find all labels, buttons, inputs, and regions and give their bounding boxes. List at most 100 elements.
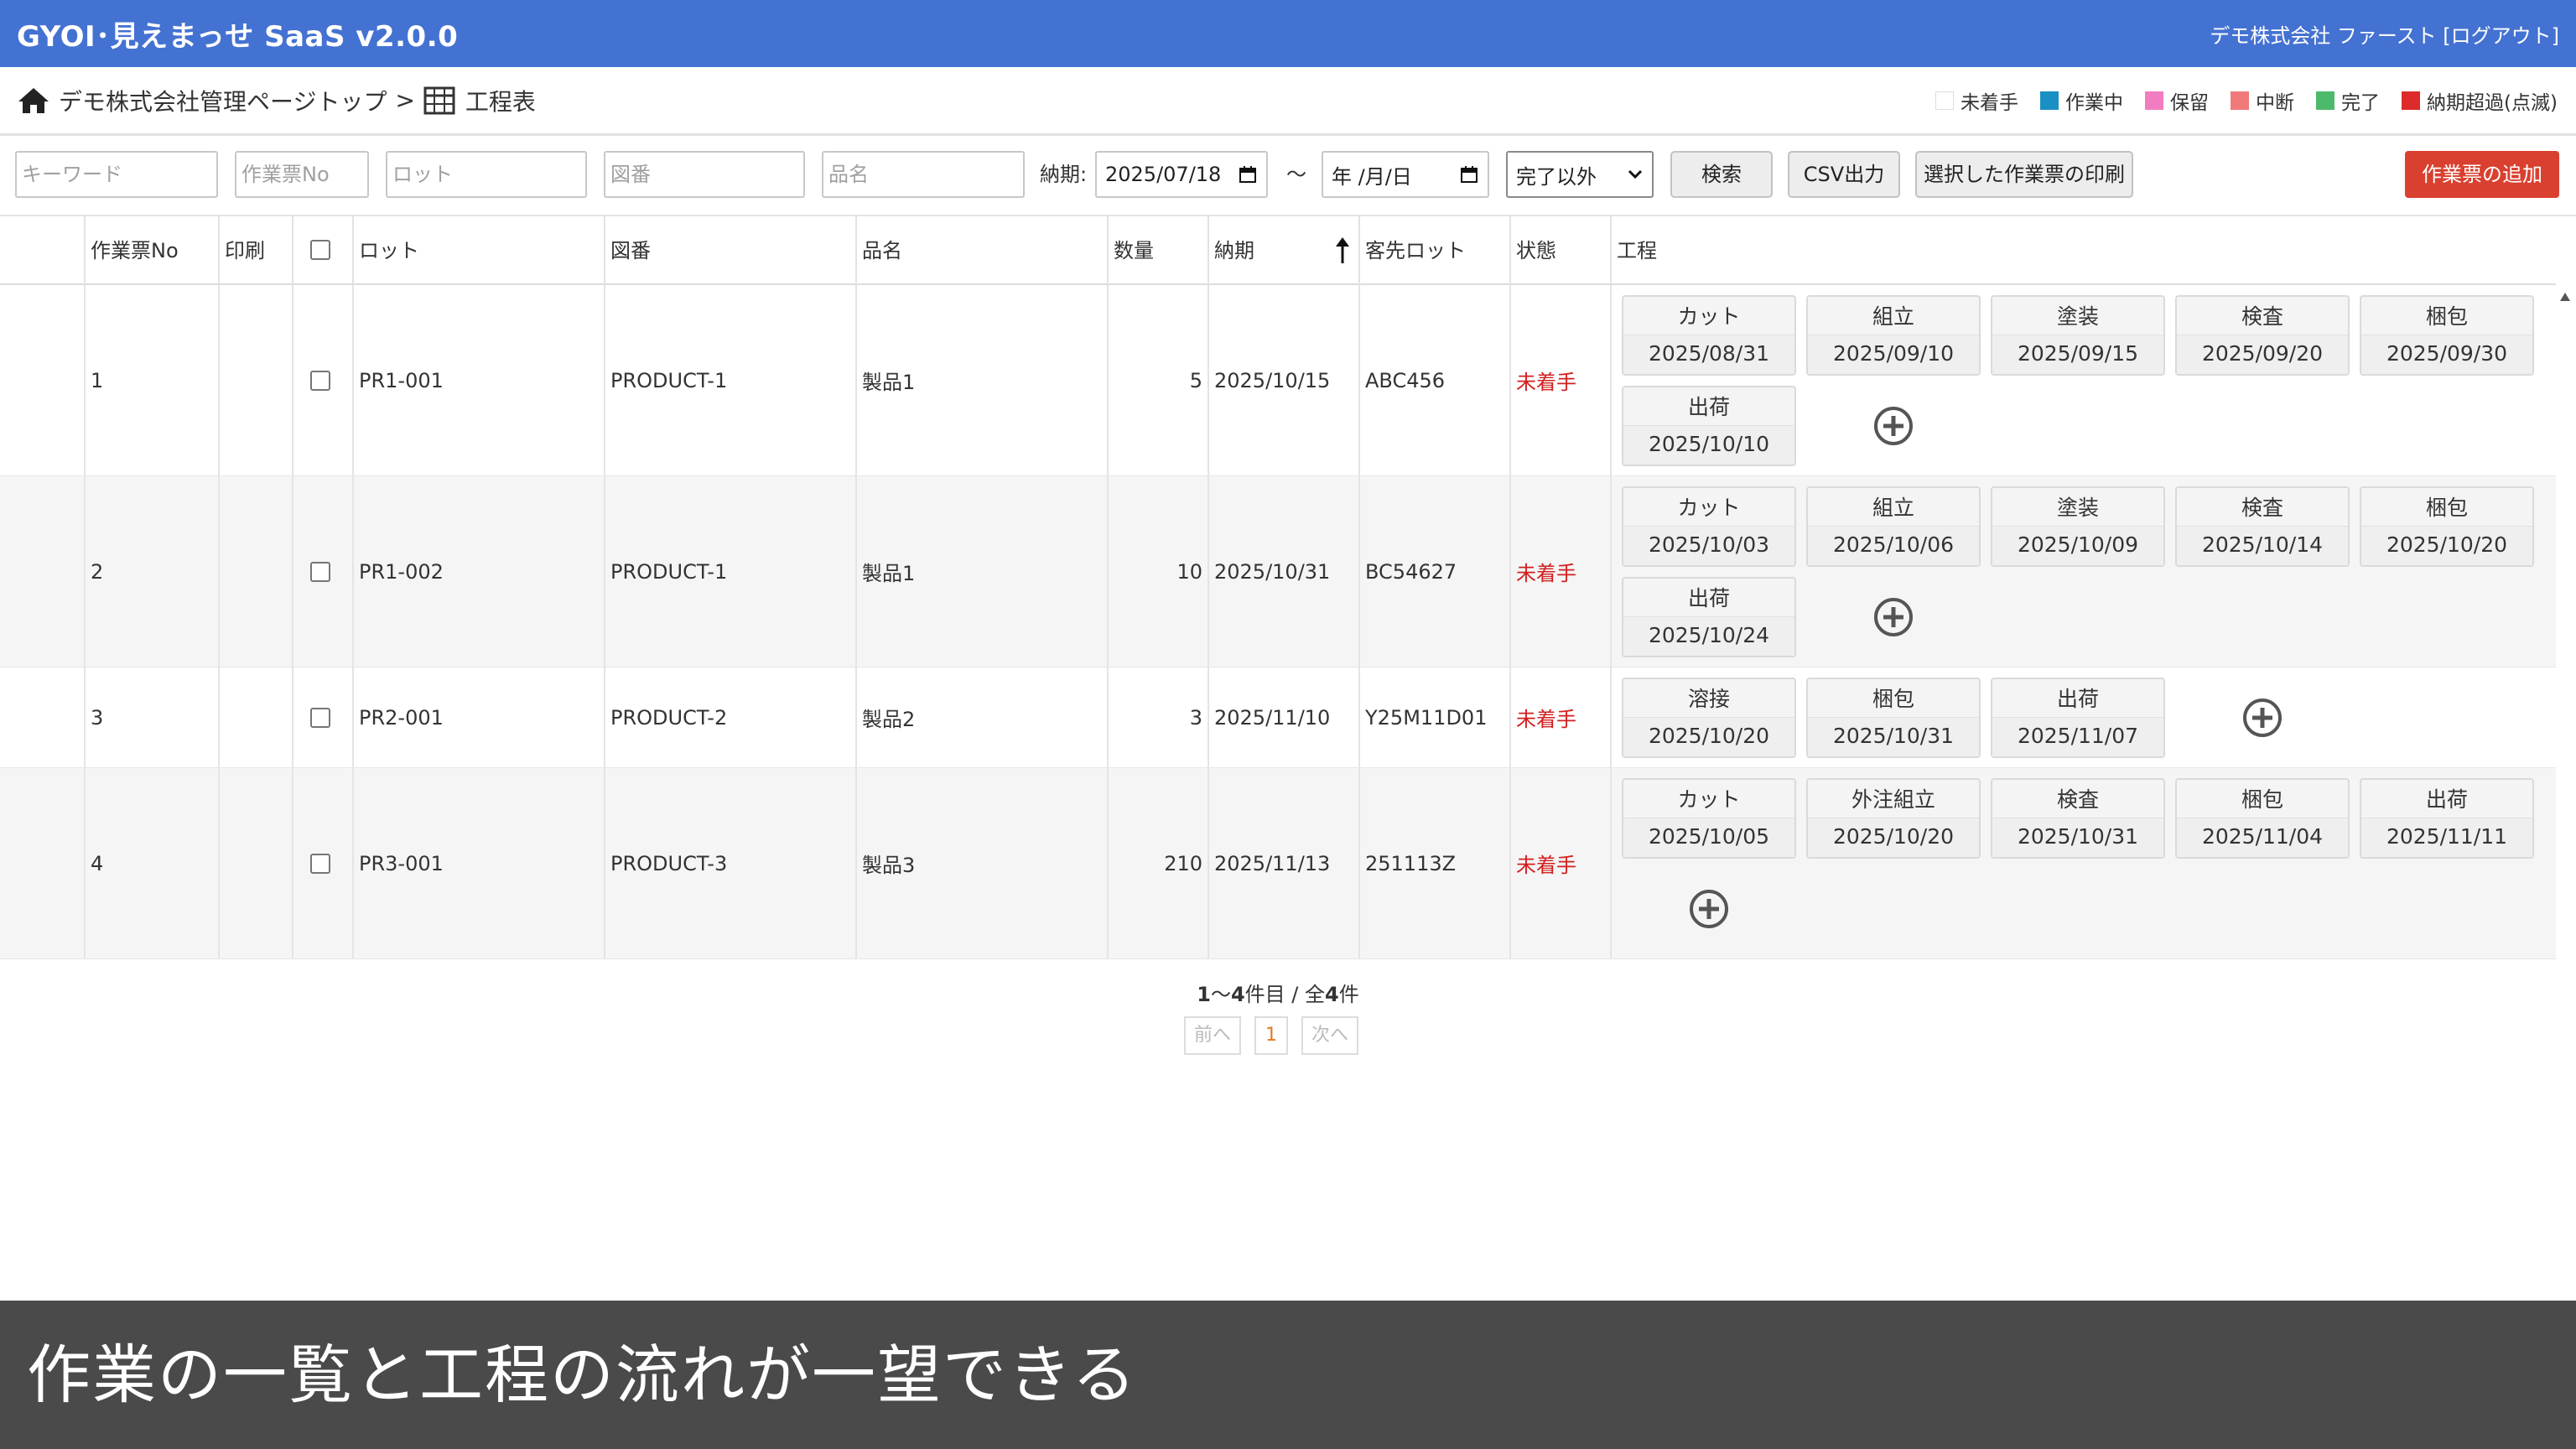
cell-ticket-no[interactable]: 4 — [84, 768, 218, 958]
process-step[interactable]: 塗装 2025/10/09 — [1991, 486, 2165, 567]
process-step[interactable]: 検査 2025/10/14 — [2175, 486, 2350, 567]
search-button[interactable]: 検索 — [1670, 151, 1773, 198]
legend-label: 未着手 — [1961, 91, 2019, 114]
process-step[interactable]: 組立 2025/09/10 — [1806, 295, 1981, 376]
column-item[interactable]: 品名 — [855, 216, 1107, 285]
process-step-name: 塗装 — [1992, 297, 2163, 335]
select-all-checkbox[interactable] — [310, 240, 330, 260]
breadcrumb-home-link[interactable]: デモ株式会社管理ページトップ — [59, 84, 387, 117]
add-step-icon[interactable] — [1872, 596, 1914, 638]
ticket-no-input[interactable] — [235, 151, 369, 198]
column-drawing[interactable]: 図番 — [604, 216, 855, 285]
process-step-date: 2025/09/30 — [2361, 335, 2532, 374]
table-row[interactable]: 2 PR1-002 PRODUCT-1 製品1 10 2025/10/31 BC54627 未… — [0, 476, 2556, 667]
print-selected-button[interactable]: 選択した作業票の印刷 — [1915, 151, 2133, 198]
process-step[interactable]: 梱包 2025/09/30 — [2360, 295, 2534, 376]
process-step[interactable]: カット 2025/10/03 — [1622, 486, 1796, 567]
table-row[interactable]: 1 PR1-001 PRODUCT-1 製品1 5 2025/10/15 ABC456 未着手… — [0, 285, 2556, 476]
legend-item: 中断 — [2231, 86, 2294, 115]
drawing-input[interactable] — [604, 151, 805, 198]
add-step-icon[interactable] — [2241, 697, 2283, 739]
add-step-icon[interactable] — [1688, 888, 1730, 930]
process-steps: カット 2025/10/05 外注組立 2025/10/20 検査 2025/10/31 梱… — [1610, 768, 2554, 958]
csv-export-button[interactable]: CSV出力 — [1788, 151, 1900, 198]
keyword-input[interactable] — [15, 151, 218, 198]
cell-qty: 5 — [1107, 285, 1208, 475]
process-step[interactable]: 溶接 2025/10/20 — [1622, 678, 1796, 758]
process-step-name: 梱包 — [2361, 488, 2532, 527]
row-select-checkbox[interactable] — [310, 854, 330, 874]
breadcrumb-current: 工程表 — [465, 87, 536, 116]
process-step-name: 出荷 — [1992, 679, 2163, 718]
cell-customer-lot: Y25M11D01 — [1358, 667, 1509, 767]
legend-item: 納期超過(点滅) — [2402, 86, 2558, 115]
legend-swatch-not-started — [1935, 91, 1955, 110]
process-step[interactable]: 塗装 2025/09/15 — [1991, 295, 2165, 376]
column-qty[interactable]: 数量 — [1107, 216, 1208, 285]
process-step-name: 梱包 — [1808, 679, 1979, 718]
legend-label: 完了 — [2341, 91, 2381, 114]
table-row[interactable]: 3 PR2-001 PRODUCT-2 製品2 3 2025/11/10 Y25M11D01… — [0, 667, 2556, 768]
lot-input[interactable] — [386, 151, 587, 198]
process-step-date: 2025/10/20 — [1623, 718, 1794, 756]
user-info-logout[interactable]: デモ株式会社 ファースト [ログアウト] — [2210, 19, 2559, 49]
cell-ticket-no[interactable]: 3 — [84, 667, 218, 767]
process-step[interactable]: カット 2025/10/05 — [1622, 778, 1796, 859]
process-step-name: カット — [1623, 297, 1794, 335]
status-filter-select[interactable]: 完了以外 — [1506, 151, 1654, 198]
cell-customer-lot: ABC456 — [1358, 285, 1509, 475]
legend-item: 保留 — [2145, 86, 2209, 115]
process-step[interactable]: 検査 2025/09/20 — [2175, 295, 2350, 376]
process-step[interactable]: 梱包 2025/10/31 — [1806, 678, 1981, 758]
process-step[interactable]: 出荷 2025/11/07 — [1991, 678, 2165, 758]
legend-label: 納期超過(点滅) — [2427, 91, 2558, 114]
column-lot[interactable]: ロット — [352, 216, 604, 285]
table-row[interactable]: 4 PR3-001 PRODUCT-3 製品3 210 2025/11/13 251113Z… — [0, 768, 2556, 959]
legend-swatch-on-hold — [2145, 91, 2164, 110]
process-step-date: 2025/11/11 — [2361, 818, 2532, 857]
sort-ascending-icon[interactable] — [1334, 236, 1351, 265]
range-sep: ～ — [1210, 983, 1231, 1006]
add-ticket-button[interactable]: 作業票の追加 — [2405, 151, 2559, 198]
prev-page-button[interactable]: 前へ — [1184, 1016, 1241, 1055]
page-1-button[interactable]: 1 — [1254, 1016, 1288, 1055]
process-step[interactable]: 組立 2025/10/06 — [1806, 486, 1981, 567]
home-icon[interactable] — [17, 86, 50, 115]
cell-customer-lot: BC54627 — [1358, 476, 1509, 667]
column-process: 工程 — [1610, 216, 2556, 285]
cell-item: 製品2 — [855, 667, 1107, 767]
column-ticket-no[interactable]: 作業票No — [84, 216, 218, 285]
cell-drawing: PRODUCT-1 — [604, 285, 855, 475]
process-step[interactable]: 梱包 2025/11/04 — [2175, 778, 2350, 859]
process-step[interactable]: 梱包 2025/10/20 — [2360, 486, 2534, 567]
process-step[interactable]: 出荷 2025/11/11 — [2360, 778, 2534, 859]
process-step[interactable]: 検査 2025/10/31 — [1991, 778, 2165, 859]
page-info: 1～4件目 / 全4件 — [0, 978, 2556, 1007]
process-step[interactable]: カット 2025/08/31 — [1622, 295, 1796, 376]
process-step[interactable]: 出荷 2025/10/10 — [1622, 386, 1796, 466]
row-select-checkbox[interactable] — [310, 371, 330, 391]
cell-status: 未着手 — [1509, 476, 1610, 667]
item-name-input[interactable] — [822, 151, 1025, 198]
due-from-field[interactable]: 2025/07/18 — [1095, 151, 1268, 198]
due-to-field[interactable]: 年 /月/日 — [1322, 151, 1489, 198]
cell-ticket-no[interactable]: 2 — [84, 476, 218, 667]
process-step[interactable]: 外注組立 2025/10/20 — [1806, 778, 1981, 859]
column-customer-lot[interactable]: 客先ロット — [1358, 216, 1509, 285]
add-step-icon[interactable] — [1872, 405, 1914, 447]
calendar-icon[interactable] — [1459, 164, 1479, 184]
cell-status: 未着手 — [1509, 768, 1610, 958]
row-select-checkbox[interactable] — [310, 562, 330, 582]
process-step[interactable]: 出荷 2025/10/24 — [1622, 577, 1796, 657]
cell-drawing: PRODUCT-1 — [604, 476, 855, 667]
column-status[interactable]: 状態 — [1509, 216, 1610, 285]
process-step-name: 梱包 — [2361, 297, 2532, 335]
scroll-up-icon[interactable] — [2559, 292, 2571, 302]
cell-lot: PR1-002 — [352, 476, 604, 667]
next-page-button[interactable]: 次へ — [1301, 1016, 1358, 1055]
cell-ticket-no[interactable]: 1 — [84, 285, 218, 475]
row-select-checkbox[interactable] — [310, 708, 330, 728]
cell-due: 2025/10/31 — [1208, 476, 1358, 667]
scrollbar[interactable] — [2556, 285, 2576, 1449]
calendar-icon[interactable] — [1238, 164, 1258, 184]
